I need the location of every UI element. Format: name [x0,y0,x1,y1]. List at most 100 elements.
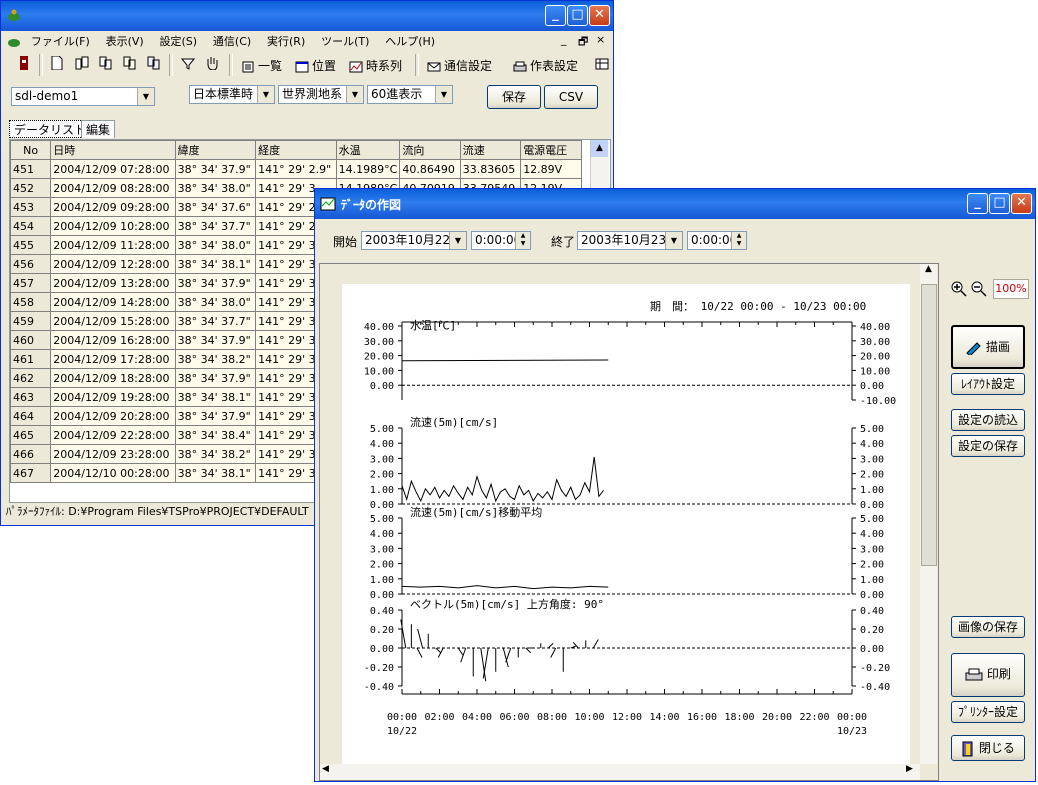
plot-titlebar[interactable]: ﾃﾞｰﾀの作図 _ □ ✕ [315,189,1035,219]
minimize-button[interactable]: _ [545,5,566,26]
csv-button[interactable]: CSV [544,85,598,109]
start-date-select[interactable]: 2003年10月22日 ▼ [361,231,467,250]
save-button[interactable]: 保存 [487,85,541,109]
comm-settings-button[interactable]: 通信設定 [423,54,496,76]
timezone-select[interactable]: 日本標準時 ▼ [189,85,275,104]
table-cell[interactable]: 2004/12/09 10:28:00 [50,216,176,236]
table-cell[interactable]: 38° 34' 37.7" [174,311,257,331]
row-number-cell[interactable]: 456 [10,254,52,274]
datum-select[interactable]: 世界測地系 ▼ [278,85,364,104]
grid-icon[interactable] [591,54,611,76]
paste-file-icon[interactable] [119,54,139,76]
table-cell[interactable]: 2004/12/10 00:28:00 [50,463,176,483]
spin-buttons[interactable]: ▲ ▼ [515,232,530,249]
table-cell[interactable]: 2004/12/09 07:28:00 [50,159,176,179]
zoom-out-icon[interactable] [971,281,987,297]
menu-help[interactable]: ヘルプ(H) [379,31,441,51]
exit-icon[interactable] [15,54,33,76]
row-number-cell[interactable]: 460 [10,330,52,350]
spin-buttons[interactable]: ▲ ▼ [731,232,746,249]
table-cell[interactable]: 38° 34' 38.0" [174,235,257,255]
mdi-close-button[interactable]: × [596,33,605,46]
row-number-cell[interactable]: 463 [10,387,52,407]
open-file-icon[interactable] [71,54,91,76]
menu-view[interactable]: 表示(V) [100,31,150,51]
table-cell[interactable]: 38° 34' 37.9" [174,368,257,388]
column-header[interactable]: 電源電圧 [520,140,582,160]
column-header[interactable]: 日時 [50,140,176,160]
table-cell[interactable]: 2004/12/09 12:28:00 [50,254,176,274]
scroll-left-button[interactable]: ◀ [322,764,329,774]
site-select[interactable]: sdl-demo1 ▼ [11,87,155,106]
table-cell[interactable]: 2004/12/09 08:28:00 [50,178,176,198]
table-cell[interactable]: 2004/12/09 09:28:00 [50,197,176,217]
tab-edit[interactable]: 編集 [81,120,116,138]
table-cell[interactable]: 2004/12/09 23:28:00 [50,444,176,464]
column-header[interactable]: 経度 [255,140,337,160]
save-settings-button[interactable]: 設定の保存 [951,435,1025,457]
table-cell[interactable]: 14.1989°C [335,159,401,179]
export-file-icon[interactable] [143,54,163,76]
table-cell[interactable]: 2004/12/09 17:28:00 [50,349,176,369]
filter-icon[interactable] [177,54,197,76]
row-number-cell[interactable]: 454 [10,216,52,236]
table-cell[interactable]: 38° 34' 37.9" [174,330,257,350]
table-cell[interactable]: 38° 34' 38.0" [174,292,257,312]
table-cell[interactable]: 2004/12/09 18:28:00 [50,368,176,388]
column-header[interactable]: 流向 [399,140,461,160]
chevron-down-icon[interactable]: ▼ [137,88,154,105]
table-cell[interactable]: 2004/12/09 15:28:00 [50,311,176,331]
row-number-cell[interactable]: 466 [10,444,52,464]
row-number-cell[interactable]: 455 [10,235,52,255]
position-button[interactable]: 位置 [291,54,340,76]
row-number-cell[interactable]: 467 [10,463,52,483]
layout-settings-button[interactable]: ﾚｲｱｳﾄ設定 [951,373,1025,395]
menu-settings[interactable]: 設定(S) [154,31,204,51]
tab-data-list[interactable]: データリスト [9,120,92,138]
table-cell[interactable]: 38° 34' 38.2" [174,349,257,369]
start-time-input[interactable]: 0:00:00 ▲ ▼ [471,231,531,250]
printer-settings-button[interactable]: ﾌﾟﾘﾝﾀｰ設定 [951,701,1025,723]
scroll-thumb[interactable] [921,284,937,566]
close-button[interactable]: ✕ [1011,193,1032,214]
list-button[interactable]: 一覧 [237,54,286,76]
table-cell[interactable]: 38° 34' 37.7" [174,216,257,236]
row-number-cell[interactable]: 452 [10,178,52,198]
table-cell[interactable]: 2004/12/09 19:28:00 [50,387,176,407]
print-button[interactable]: 印刷 [951,653,1025,697]
row-number-cell[interactable]: 459 [10,311,52,331]
format-select[interactable]: 60進表示 ▼ [367,85,453,104]
table-cell[interactable]: 38° 34' 38.1" [174,254,257,274]
maximize-button[interactable]: □ [989,193,1010,214]
table-cell[interactable]: 2004/12/09 11:28:00 [50,235,176,255]
column-header[interactable]: 流速 [459,140,522,160]
table-cell[interactable]: 2004/12/09 16:28:00 [50,330,176,350]
menu-run[interactable]: 実行(R) [261,31,311,51]
chevron-down-icon[interactable]: ▼ [449,232,466,249]
table-cell[interactable]: 38° 34' 37.9" [174,406,257,426]
mdi-restore-button[interactable]: 🗗 [578,33,588,52]
row-number-cell[interactable]: 461 [10,349,52,369]
row-number-cell[interactable]: 451 [10,159,52,179]
table-cell[interactable]: 38° 34' 37.6" [174,197,257,217]
minimize-button[interactable]: _ [967,193,988,214]
scroll-right-button[interactable]: ▶ [906,764,913,774]
maximize-button[interactable]: □ [567,5,588,26]
row-number-cell[interactable]: 465 [10,425,52,445]
table-cell[interactable]: 38° 34' 38.0" [174,178,257,198]
save-image-button[interactable]: 画像の保存 [951,616,1025,638]
chevron-down-icon[interactable]: ▼ [257,86,274,103]
end-time-input[interactable]: 0:00:00 ▲ ▼ [687,231,747,250]
main-titlebar[interactable]: _ □ ✕ [1,1,613,31]
new-file-icon[interactable] [47,54,65,76]
menu-comm[interactable]: 通信(C) [207,31,257,51]
table-cell[interactable]: 141° 29' 2.9" [255,159,337,179]
scroll-up-button[interactable]: ▲ [591,140,608,157]
column-header[interactable]: No [10,140,52,160]
chevron-down-icon[interactable]: ▼ [346,86,363,103]
zoom-in-icon[interactable] [951,281,967,297]
copy-file-icon[interactable] [95,54,115,76]
table-cell[interactable]: 38° 34' 38.4" [174,425,257,445]
table-cell[interactable]: 40.86490 [399,159,461,179]
table-cell[interactable]: 38° 34' 38.2" [174,444,257,464]
